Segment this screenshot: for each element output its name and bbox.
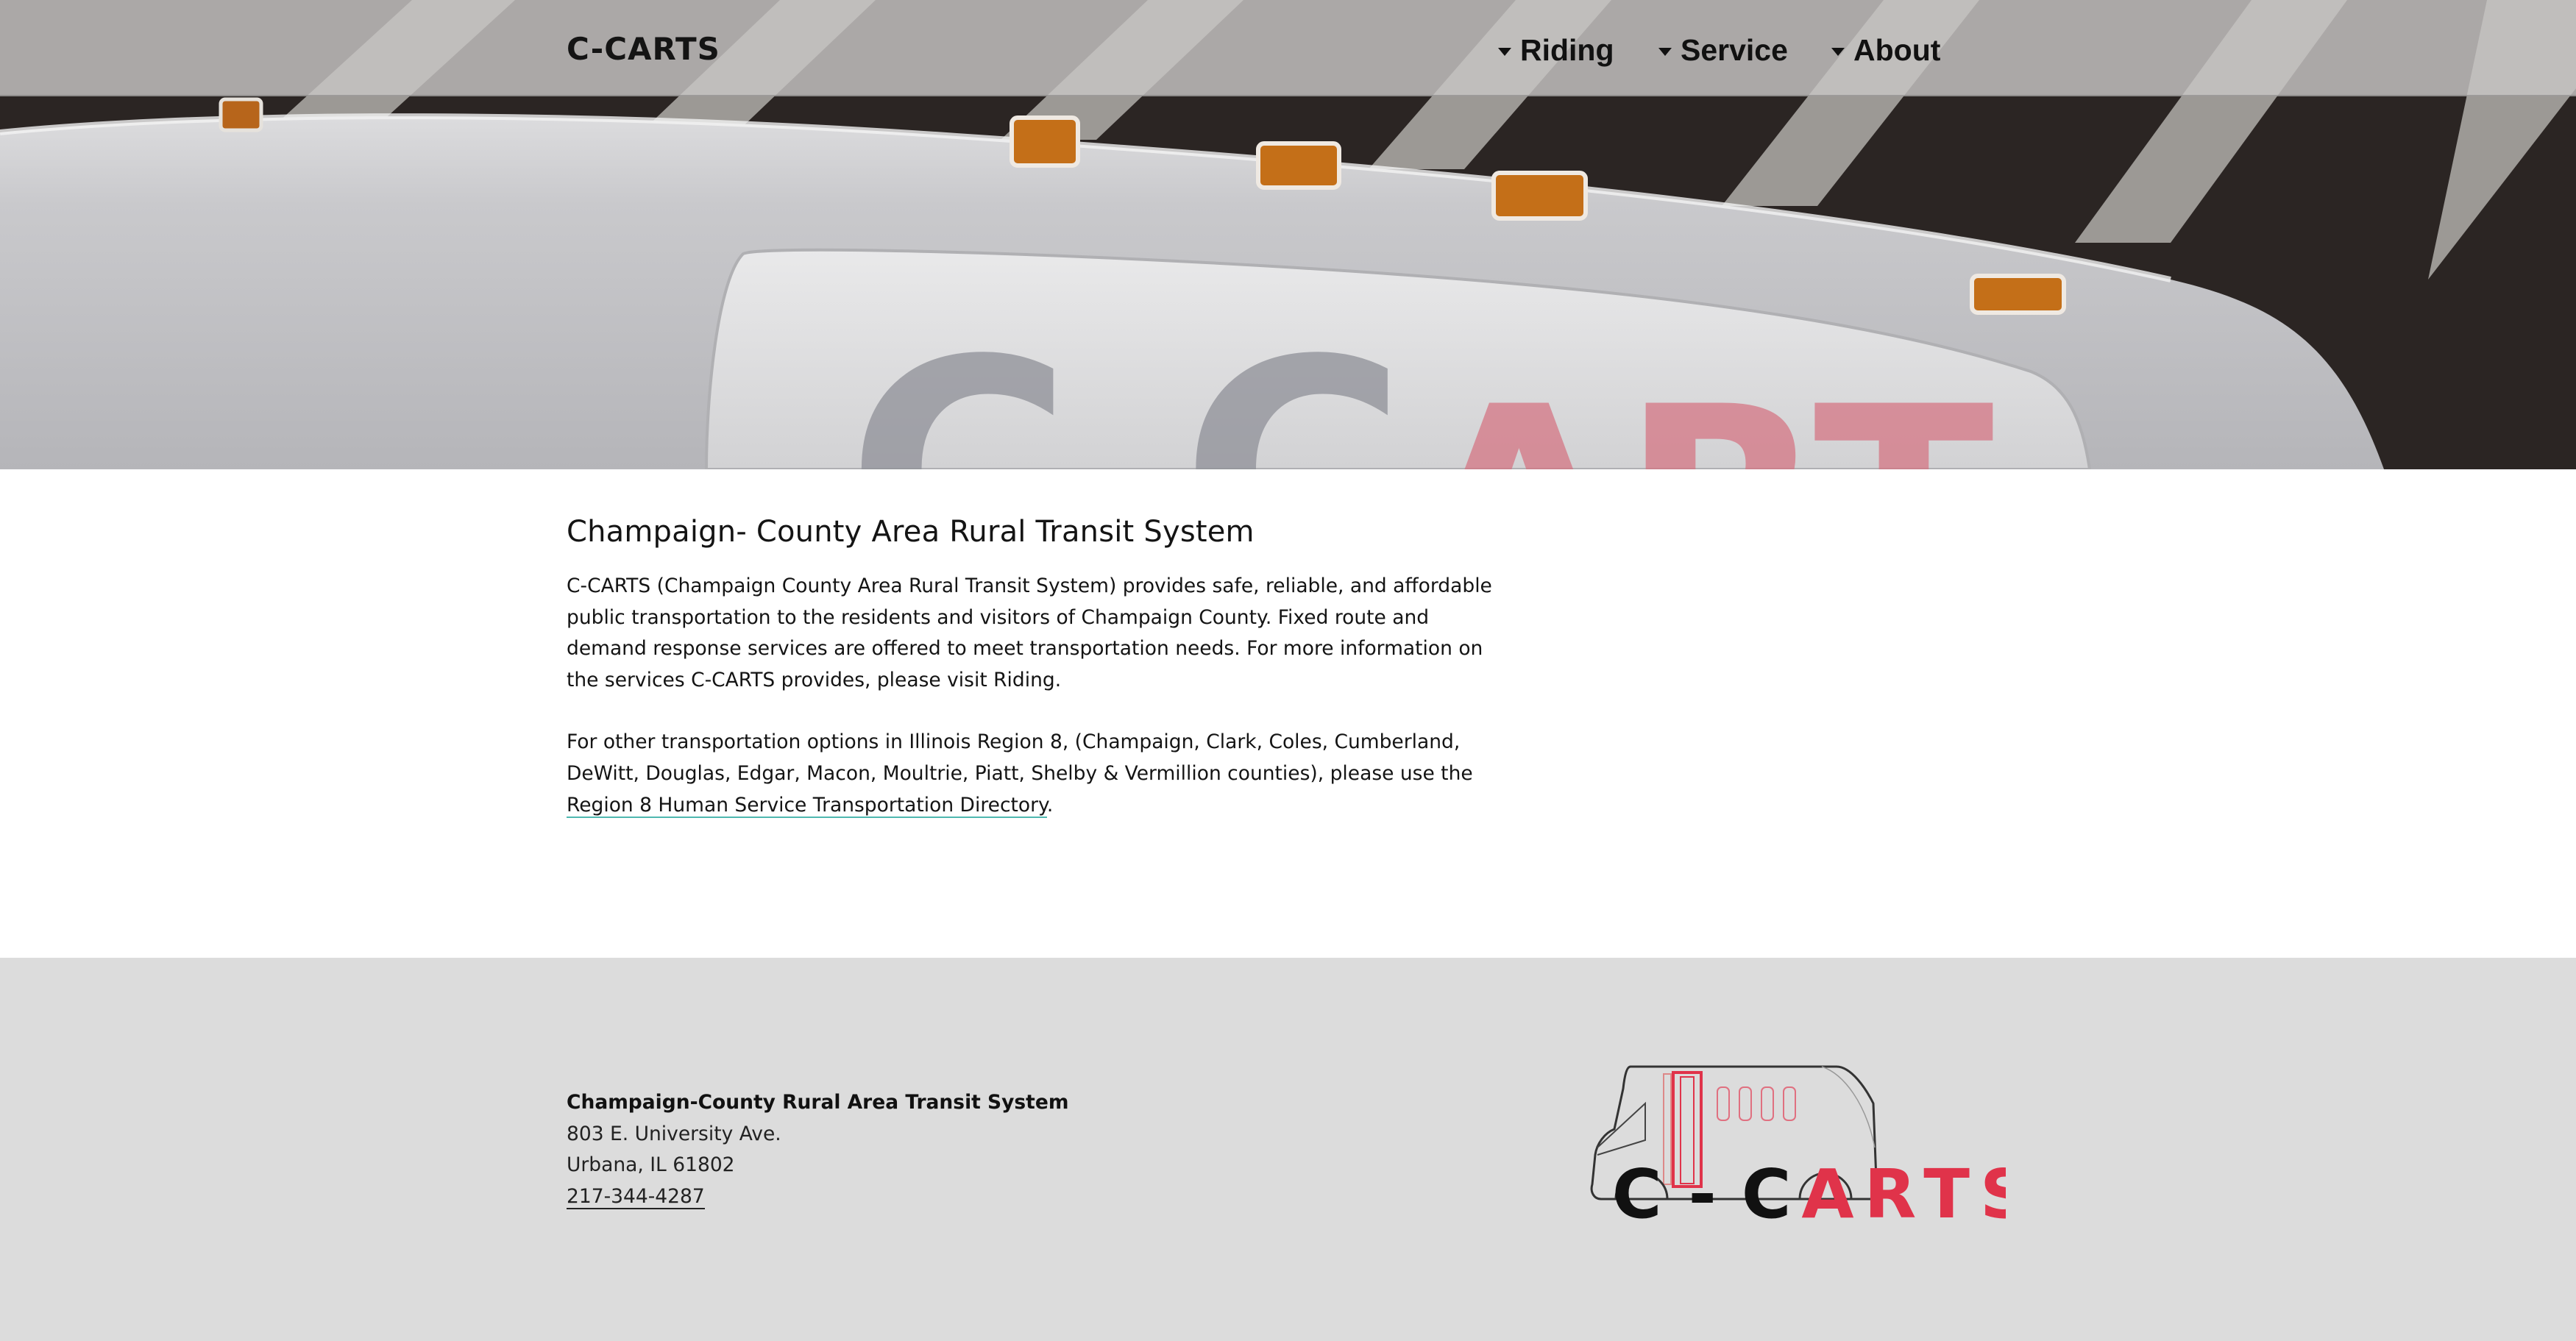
footer-address: Champaign-County Rural Area Transit Syst… <box>567 1087 1068 1212</box>
svg-text:ART: ART <box>1416 350 1995 469</box>
nav-service[interactable]: Service <box>1658 28 1788 72</box>
nav-about[interactable]: About <box>1831 28 1940 72</box>
hero-banner: C C ART C-CARTS Riding Service About <box>0 0 2576 469</box>
nav-about-label: About <box>1853 32 1941 67</box>
chevron-down-icon <box>1658 47 1672 56</box>
footer-street: 803 E. University Ave. <box>567 1122 781 1145</box>
logo-text: C-CARTS <box>1612 1155 2006 1228</box>
hero-bus-lettering: C C <box>846 295 1408 469</box>
main-content: Champaign- County Area Rural Transit Sys… <box>567 515 1501 852</box>
top-navigation-bar: C-CARTS Riding Service About <box>0 0 2576 96</box>
nav-service-label: Service <box>1681 32 1788 67</box>
nav-riding[interactable]: Riding <box>1498 28 1614 72</box>
region-paragraph: For other transportation options in Illi… <box>567 727 1501 821</box>
footer: Champaign-County Rural Area Transit Syst… <box>0 958 2576 1341</box>
footer-phone-link[interactable]: 217-344-4287 <box>567 1184 705 1209</box>
intro-paragraph: C-CARTS (Champaign County Area Rural Tra… <box>567 575 1492 691</box>
footer-city: Urbana, IL 61802 <box>567 1153 735 1177</box>
c-carts-logo: C-CARTS <box>1590 1065 2006 1228</box>
footer-org-name: Champaign-County Rural Area Transit Syst… <box>567 1091 1069 1114</box>
region-directory-link[interactable]: Region 8 Human Service Transportation Di… <box>567 793 1047 818</box>
region-text: For other transportation options in Illi… <box>567 730 1473 785</box>
chevron-down-icon <box>1831 47 1845 56</box>
nav-riding-label: Riding <box>1520 32 1614 67</box>
chevron-down-icon <box>1498 47 1511 56</box>
page-title: Champaign- County Area Rural Transit Sys… <box>567 515 1255 549</box>
region-end: . <box>1046 793 1054 817</box>
site-brand-link[interactable]: C-CARTS <box>567 31 720 67</box>
